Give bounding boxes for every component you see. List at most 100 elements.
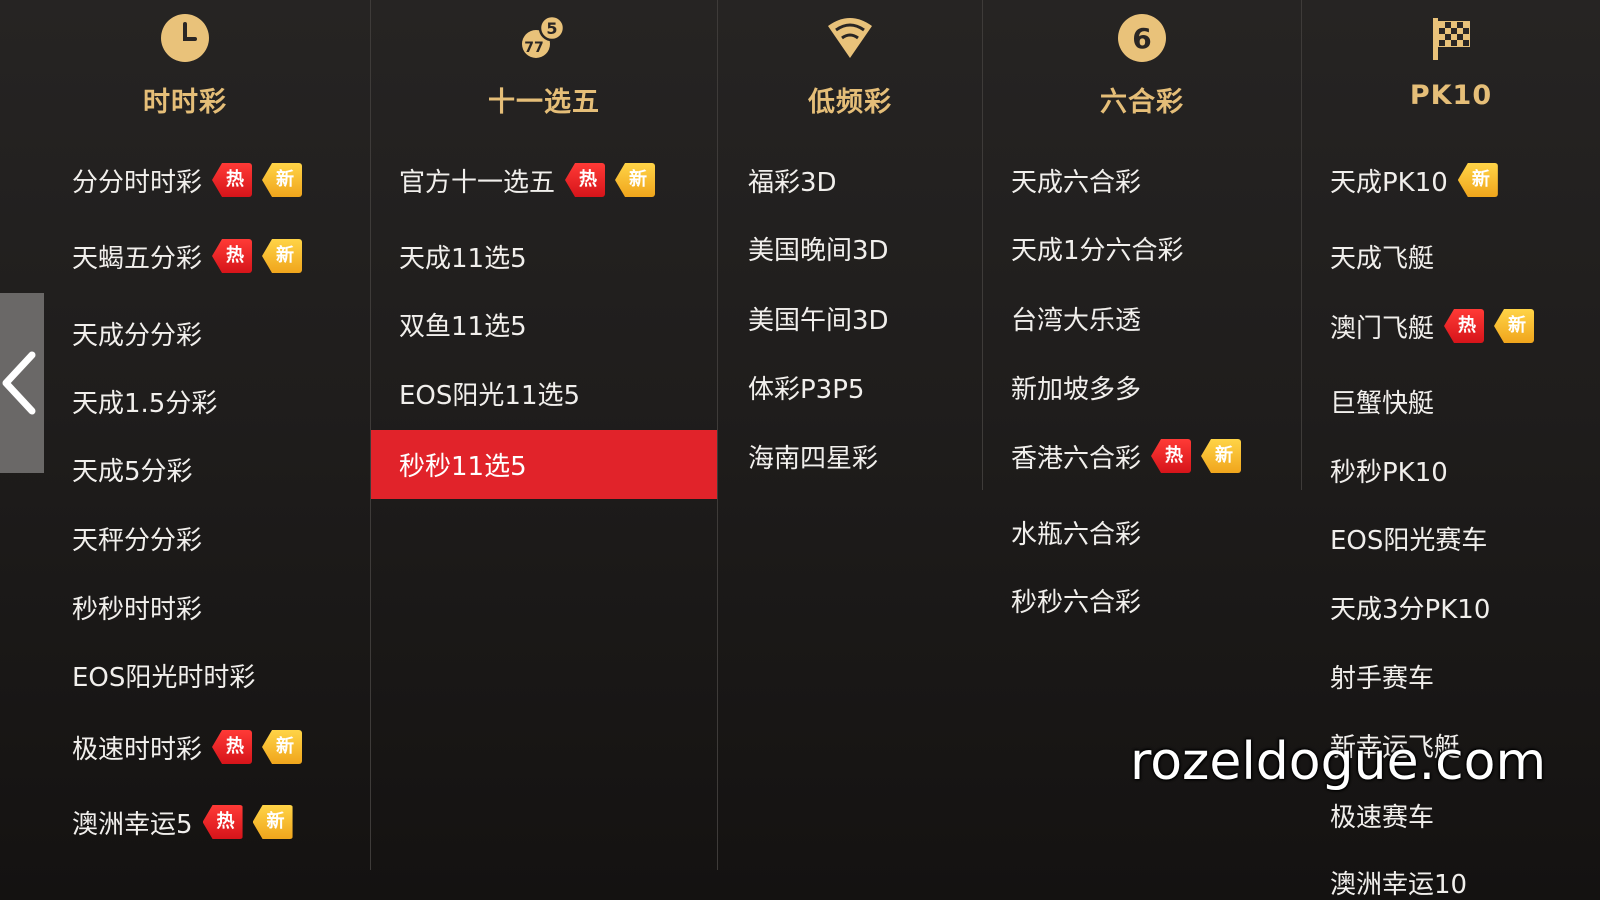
new-badge: 新 — [615, 163, 656, 197]
menu-item-label: 官方十一选五 — [399, 167, 556, 198]
menu-item-label: 天蝎五分彩 — [72, 243, 203, 274]
menu-item[interactable]: 射手赛车 — [1302, 651, 1600, 701]
menu-item[interactable]: 秒秒PK10 — [1302, 445, 1600, 495]
menu-item-label: 体彩P3P5 — [748, 374, 865, 405]
new-badge: 新 — [252, 805, 293, 839]
hot-badge: 热 — [202, 805, 243, 839]
menu-item-label: 天秤分分彩 — [72, 525, 203, 556]
column-1: 5 77 十一选五官方十一选五热新天成11选5 双鱼11选5 EOS阳光11选5 秒秒11… — [371, 0, 718, 870]
menu-item-label: 天成5分彩 — [72, 456, 193, 487]
menu-item[interactable]: 天成六合彩 — [983, 155, 1301, 205]
menu-item[interactable]: 天成5分彩 — [0, 444, 370, 494]
menu-item[interactable]: 巨蟹快艇 — [1302, 376, 1600, 426]
menu-item[interactable]: 秒秒时时彩 — [0, 582, 370, 632]
menu-item-label: 极速赛车 — [1330, 802, 1435, 833]
icon-number: 6 — [1132, 22, 1151, 55]
menu-item-label: 射手赛车 — [1330, 663, 1435, 694]
menu-item-label: 天成六合彩 — [1011, 167, 1142, 198]
column-title: 时时彩 — [143, 87, 227, 118]
menu-item-label: 福彩3D — [748, 167, 837, 198]
menu-item[interactable]: 天成1.5分彩 — [0, 376, 370, 426]
svg-text:77: 77 — [524, 40, 543, 56]
menu-item[interactable]: 海南四星彩 — [718, 431, 982, 481]
menu-item[interactable]: 秒秒六合彩 — [983, 575, 1301, 625]
menu-item[interactable]: 美国午间3D — [718, 293, 982, 343]
menu-item-label: 秒秒时时彩 — [72, 594, 203, 625]
menu-item[interactable]: 分分时时彩热新 — [0, 155, 370, 205]
menu-item[interactable]: EOS阳光时时彩 — [0, 650, 370, 700]
menu-item[interactable]: 天秤分分彩 — [0, 513, 370, 563]
new-badge: 新 — [262, 239, 303, 273]
menu-item[interactable]: 澳洲幸运5 热新 — [0, 797, 370, 847]
hot-badge: 热 — [212, 730, 253, 764]
menu-item[interactable]: 台湾大乐透 — [983, 293, 1301, 343]
menu-item[interactable]: 天成分分彩 — [0, 308, 370, 358]
menu-item-label: 澳洲幸运10 — [1330, 869, 1468, 900]
menu-item-label: 天成PK10 — [1330, 167, 1448, 198]
menu-item-label: 天成11选5 — [399, 243, 527, 274]
hot-badge: 热 — [1444, 309, 1485, 343]
menu-item[interactable]: 澳洲幸运10 — [1302, 857, 1600, 900]
wifi-signal-icon — [824, 12, 876, 64]
lottery-menu: 时时彩 分分时时彩热新天蝎五分彩热新天成分分彩 天成1.5分彩 天成5分彩 天秤分分彩秒… — [0, 0, 1600, 900]
menu-item[interactable]: 天成飞艇 — [1302, 231, 1600, 281]
menu-item-label: 巨蟹快艇 — [1330, 388, 1435, 419]
menu-item-label: 台湾大乐透 — [1011, 305, 1142, 336]
menu-item[interactable]: 新加坡多多 — [983, 362, 1301, 412]
menu-item-label: 天成1.5分彩 — [72, 388, 218, 419]
menu-item[interactable]: 双鱼11选5 — [371, 299, 717, 349]
new-badge: 新 — [1457, 163, 1498, 197]
menu-item-label: 天成3分PK10 — [1330, 594, 1491, 625]
hot-badge: 热 — [1151, 439, 1192, 473]
clock-icon — [159, 12, 211, 64]
lottery-balls-icon: 5 77 — [518, 12, 570, 64]
menu-item[interactable]: EOS阳光11选5 — [371, 368, 717, 418]
column-title: 十一选五 — [488, 87, 600, 118]
menu-item[interactable]: 水瓶六合彩 — [983, 507, 1301, 557]
menu-item-label: 香港六合彩 — [1011, 443, 1142, 474]
column-header[interactable]: 5 77 十一选五 — [371, 0, 717, 148]
menu-item[interactable]: 极速赛车 — [1302, 790, 1600, 840]
menu-item[interactable]: 澳门飞艇热新 — [1302, 301, 1600, 351]
hot-badge: 热 — [212, 239, 253, 273]
menu-item-label: 美国午间3D — [748, 305, 889, 336]
menu-item-label: 分分时时彩 — [72, 167, 203, 198]
menu-item[interactable]: EOS阳光赛车 — [1302, 513, 1600, 563]
menu-item[interactable]: 香港六合彩热新 — [983, 431, 1301, 481]
menu-item-label: 双鱼11选5 — [399, 311, 527, 342]
menu-item-label: 水瓶六合彩 — [1011, 519, 1142, 550]
checkered-flag-icon — [1425, 12, 1477, 64]
menu-item-label: EOS阳光时时彩 — [72, 662, 256, 693]
column-header[interactable]: PK10 — [1302, 0, 1600, 148]
menu-item-label: 极速时时彩 — [72, 734, 203, 765]
svg-text:5: 5 — [546, 19, 557, 38]
menu-item-label: 美国晚间3D — [748, 235, 889, 266]
new-badge: 新 — [262, 163, 303, 197]
column-0: 时时彩 分分时时彩热新天蝎五分彩热新天成分分彩 天成1.5分彩 天成5分彩 天秤分分彩秒… — [0, 0, 371, 870]
column-header[interactable]: 低频彩 — [718, 0, 982, 148]
column-title: PK10 — [1409, 80, 1493, 111]
menu-item-label: 天成1分六合彩 — [1011, 235, 1184, 266]
menu-item-label: 新加坡多多 — [1011, 374, 1142, 405]
column-header[interactable]: 6 六合彩 — [983, 0, 1301, 148]
menu-item-label: 天成分分彩 — [72, 320, 203, 351]
menu-item[interactable]: 天蝎五分彩热新 — [0, 231, 370, 281]
column-3: 6 六合彩 天成六合彩 天成1分六合彩 台湾大乐透 新加坡多多 香港六合彩热新水瓶六合彩 秒秒… — [983, 0, 1302, 618]
menu-item[interactable]: 美国晚间3D — [718, 223, 982, 273]
menu-item-label: 海南四星彩 — [748, 443, 879, 474]
menu-item-label: 秒秒PK10 — [1330, 457, 1448, 488]
menu-item-label: EOS阳光赛车 — [1330, 525, 1488, 556]
menu-item[interactable]: 官方十一选五热新 — [371, 155, 717, 205]
column-header[interactable]: 时时彩 — [0, 0, 370, 148]
menu-item[interactable]: 天成PK10 新 — [1302, 155, 1600, 205]
menu-item[interactable]: 天成3分PK10 — [1302, 582, 1600, 632]
menu-item[interactable]: 天成11选5 — [371, 231, 717, 281]
menu-item[interactable]: 秒秒11选5 — [371, 430, 717, 499]
menu-item-label: 澳洲幸运5 — [72, 809, 193, 840]
watermark-text: rozeldogue.com — [1130, 732, 1547, 792]
menu-item[interactable]: 体彩P3P5 — [718, 362, 982, 412]
menu-item[interactable]: 极速时时彩热新 — [0, 722, 370, 772]
menu-item[interactable]: 福彩3D — [718, 155, 982, 205]
column-title: 低频彩 — [808, 87, 892, 118]
menu-item[interactable]: 天成1分六合彩 — [983, 223, 1301, 273]
